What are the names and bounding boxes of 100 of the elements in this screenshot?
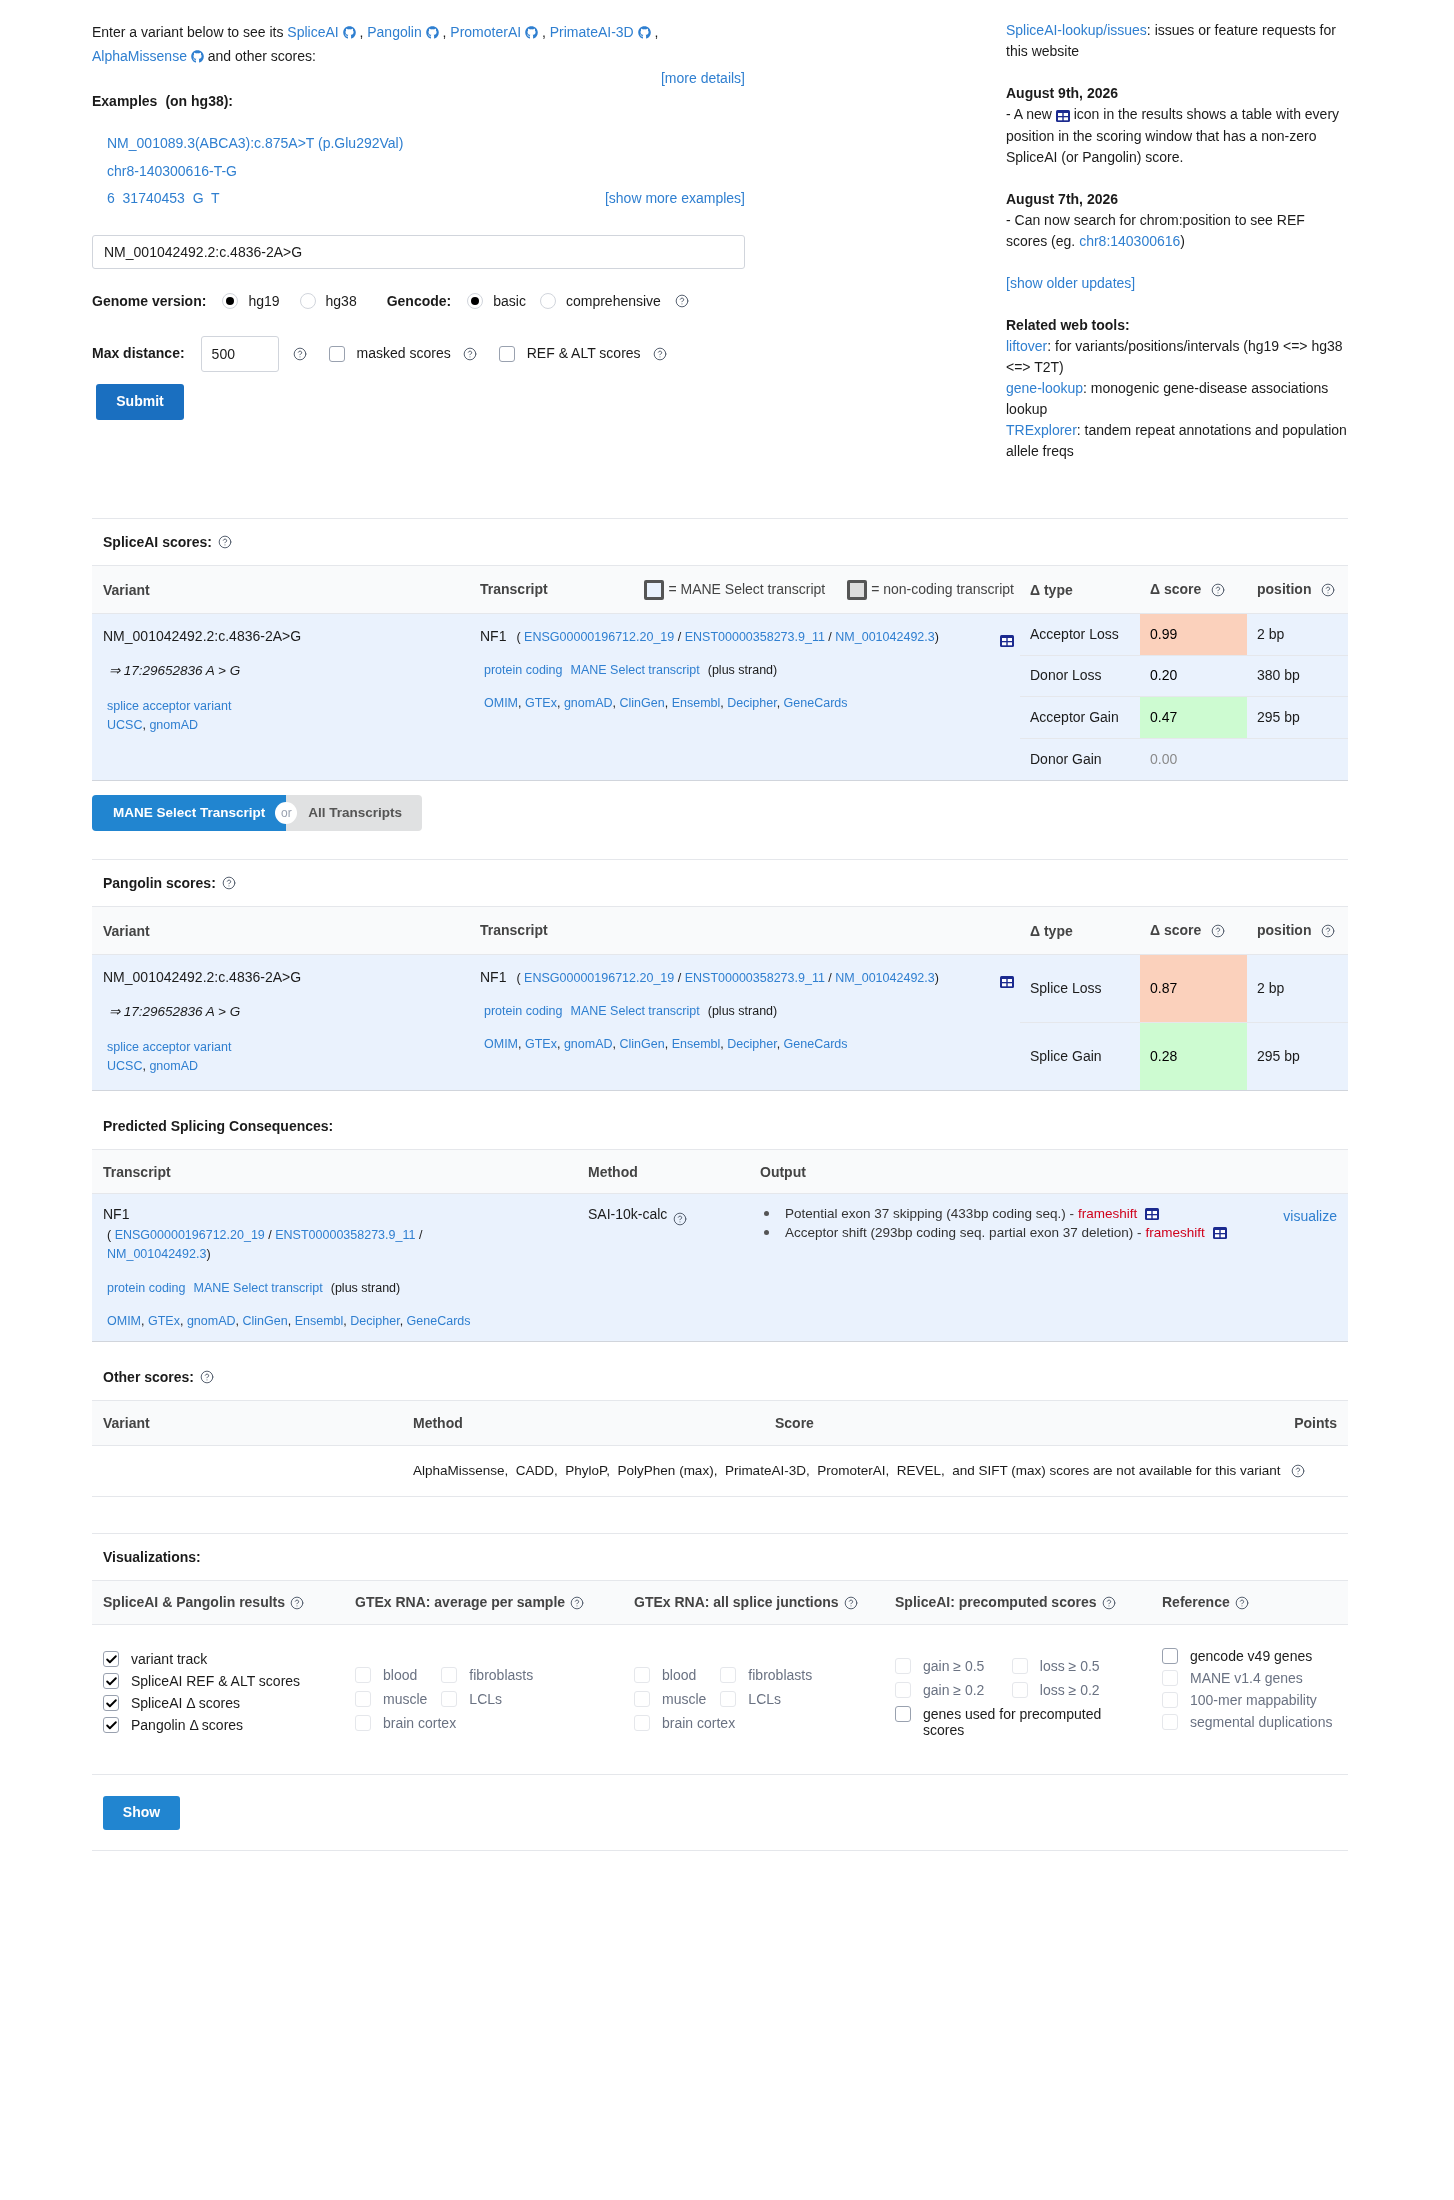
resource-link[interactable]: GTEx [525, 695, 557, 710]
table-icon[interactable] [1000, 634, 1014, 647]
checkbox[interactable] [103, 1673, 119, 1689]
more-examples-link[interactable]: [show more examples] [604, 188, 745, 210]
resource-link[interactable]: OMIM [107, 1313, 142, 1328]
resource-link[interactable]: Decipher [727, 695, 777, 710]
genomic-position: ⇒ 17:29652836 A > G [108, 662, 242, 680]
show-button[interactable]: Show [103, 1795, 180, 1830]
help-icon[interactable] [1211, 582, 1226, 597]
visualize-link[interactable]: visualize [1283, 1208, 1337, 1224]
transcript-tag[interactable]: protein coding [107, 1279, 186, 1298]
radio-button[interactable] [467, 293, 484, 309]
resource-link[interactable]: OMIM [484, 1036, 519, 1051]
help-icon[interactable] [292, 346, 307, 361]
transcript-link[interactable]: ENST00000358273.9_11 [684, 971, 825, 985]
help-icon[interactable] [221, 876, 236, 890]
transcript-tag[interactable]: MANE Select transcript [193, 1279, 323, 1298]
update-link[interactable]: chr8:140300616 [1079, 233, 1181, 249]
related-tool-link[interactable]: TRExplorer [1006, 422, 1077, 438]
radio-button[interactable] [299, 293, 316, 309]
transcript-tag[interactable]: MANE Select transcript [570, 1002, 700, 1021]
resource-link[interactable]: gnomAD [186, 1313, 236, 1328]
example-link[interactable]: NM_001089.3(ABCA3):c.875A>T (p.Glu292Val) [107, 133, 404, 155]
help-icon[interactable] [1290, 1464, 1305, 1478]
older-updates-link[interactable]: [show older updates] [1006, 273, 1136, 294]
more-details-link[interactable]: [more details] [660, 68, 745, 89]
transcript-link[interactable]: ENST00000358273.9_11 [275, 1228, 416, 1242]
checkbox[interactable] [895, 1706, 911, 1722]
resource-link[interactable]: Decipher [727, 1036, 777, 1051]
variant-link[interactable]: gnomAD [149, 718, 199, 732]
resource-link[interactable]: GeneCards [783, 1036, 848, 1051]
transcript-link[interactable]: ENSG00000196712.20_19 [524, 971, 675, 985]
resource-link[interactable]: ClinGen [619, 1036, 665, 1051]
tool-link[interactable]: Pangolin [367, 24, 422, 40]
help-icon[interactable] [1234, 1595, 1249, 1610]
submit-button[interactable]: Submit [96, 383, 184, 420]
checkbox[interactable] [498, 345, 515, 362]
transcript-tag[interactable]: MANE Select transcript [570, 661, 700, 680]
tool-link[interactable]: PromoterAI [450, 24, 522, 40]
github-icon[interactable] [425, 26, 439, 39]
gene-name: NF1 [480, 627, 507, 646]
resource-link[interactable]: OMIM [484, 695, 519, 710]
checkbox[interactable] [1162, 1648, 1178, 1664]
help-icon[interactable] [290, 1595, 305, 1610]
checkbox[interactable] [103, 1695, 119, 1711]
variant-link[interactable]: gnomAD [149, 1059, 199, 1073]
radio-button[interactable] [539, 293, 556, 309]
table-icon[interactable] [1000, 975, 1014, 988]
checkbox[interactable] [103, 1717, 119, 1733]
resource-link[interactable]: GeneCards [783, 695, 848, 710]
resource-link[interactable]: GTEx [148, 1313, 180, 1328]
table-icon[interactable] [1212, 1226, 1227, 1239]
help-icon[interactable] [674, 294, 689, 308]
resource-link[interactable]: GeneCards [406, 1313, 471, 1328]
radio-button[interactable] [222, 293, 239, 309]
transcript-tag[interactable]: protein coding [484, 1002, 563, 1021]
help-icon[interactable] [200, 1370, 215, 1384]
example-link[interactable]: chr8-140300616-T-G [107, 160, 237, 182]
transcript-link[interactable]: ENST00000358273.9_11 [684, 630, 825, 644]
help-icon[interactable] [217, 535, 232, 549]
help-icon[interactable] [1321, 582, 1336, 597]
help-icon[interactable] [1321, 923, 1336, 938]
transcript-tag[interactable]: protein coding [484, 661, 563, 680]
resource-link[interactable]: gnomAD [563, 695, 613, 710]
consequence-link[interactable]: splice acceptor variant [103, 1038, 480, 1057]
score-cell: 0.87 [1140, 955, 1247, 1022]
help-icon[interactable] [673, 1211, 688, 1226]
resource-link[interactable]: gnomAD [563, 1036, 613, 1051]
transcript-link[interactable]: NM_001042492.3 [835, 971, 935, 985]
help-icon[interactable] [652, 346, 667, 361]
table-icon[interactable] [1145, 1207, 1160, 1220]
help-icon[interactable] [1211, 923, 1226, 938]
help-icon[interactable] [462, 346, 477, 361]
resource-link[interactable]: ClinGen [242, 1313, 288, 1328]
consequence-link[interactable]: splice acceptor variant [103, 697, 480, 716]
resource-link[interactable]: ClinGen [619, 695, 665, 710]
transcript-link[interactable]: ENSG00000196712.20_19 [114, 1228, 265, 1242]
variant-input[interactable]: NM_001042492.2:c.4836-2A>G [92, 234, 745, 269]
resource-link[interactable]: Decipher [350, 1313, 400, 1328]
table-icon[interactable] [1055, 110, 1070, 123]
example-link[interactable]: 6 31740453 G T [107, 188, 220, 210]
help-icon[interactable] [843, 1595, 858, 1610]
github-icon[interactable] [637, 26, 651, 39]
github-icon[interactable] [190, 50, 204, 63]
github-icon[interactable] [342, 26, 356, 39]
max-distance-input[interactable]: 500 [200, 335, 279, 372]
issues-link[interactable]: SpliceAI-lookup/issues [1006, 22, 1147, 38]
tool-link[interactable]: SpliceAI [287, 24, 339, 40]
help-icon[interactable] [1101, 1595, 1116, 1610]
checkbox[interactable] [328, 345, 345, 362]
resource-link[interactable]: GTEx [525, 1036, 557, 1051]
checkbox[interactable] [103, 1651, 119, 1667]
transcript-link[interactable]: ENSG00000196712.20_19 [524, 630, 675, 644]
transcript-link[interactable]: NM_001042492.3 [835, 630, 935, 644]
help-icon[interactable] [570, 1595, 585, 1610]
checkbox-label: LCLs [748, 1691, 782, 1707]
github-icon[interactable] [525, 26, 538, 39]
transcript-link[interactable]: NM_001042492.3 [107, 1247, 207, 1261]
tool-link[interactable]: AlphaMissense [92, 48, 187, 64]
tool-link[interactable]: PrimateAI-3D [549, 24, 634, 40]
